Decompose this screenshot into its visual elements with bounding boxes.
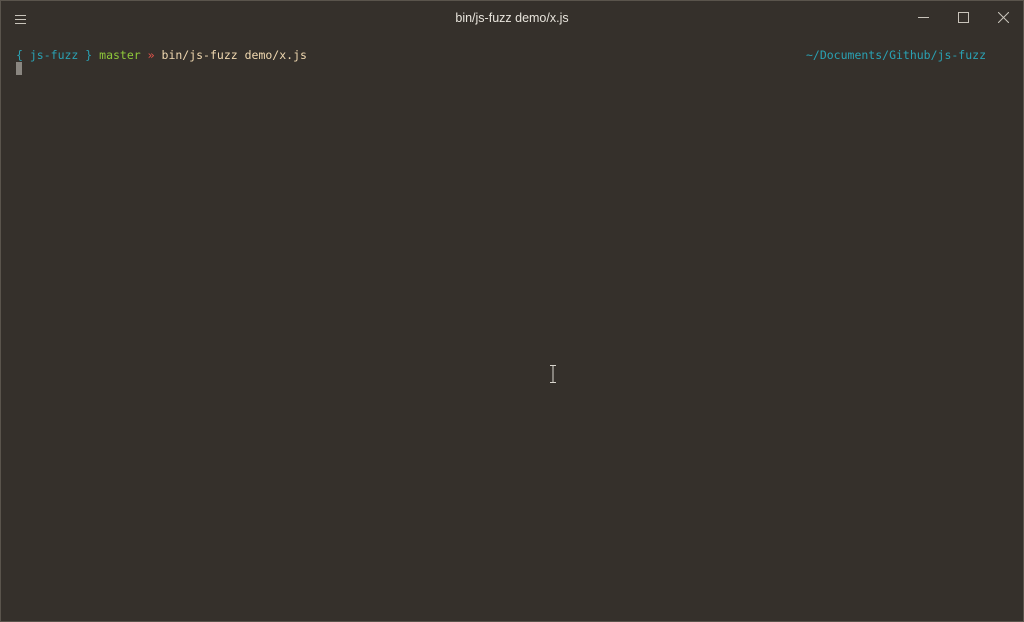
maximize-button[interactable] — [948, 7, 978, 31]
prompt-line: { js-fuzz } master » bin/js-fuzz demo/x.… — [16, 48, 307, 62]
prompt-close-brace: } — [85, 48, 93, 62]
close-button[interactable] — [988, 7, 1018, 31]
prompt-separator: » — [147, 48, 155, 62]
terminal-window: bin/js-fuzz demo/x.js { js-fuzz } master… — [0, 0, 1024, 622]
maximize-icon — [957, 10, 969, 28]
terminal-cursor — [16, 62, 22, 75]
cwd-path: ~/Documents/Github/js-fuzz — [805, 48, 986, 62]
minimize-button[interactable] — [908, 7, 938, 31]
ibeam-cursor-icon — [548, 365, 558, 383]
terminal-area[interactable]: { js-fuzz } master » bin/js-fuzz demo/x.… — [1, 37, 1023, 621]
title-bar[interactable]: bin/js-fuzz demo/x.js — [1, 1, 1023, 37]
prompt-open-brace: { — [16, 48, 23, 62]
close-icon — [997, 10, 1009, 28]
window-title: bin/js-fuzz demo/x.js — [455, 11, 569, 25]
minimize-icon — [917, 10, 929, 28]
prompt-branch: master — [99, 48, 141, 62]
prompt-repo-name: js-fuzz — [29, 48, 79, 62]
prompt-command: bin/js-fuzz demo/x.js — [161, 48, 307, 62]
